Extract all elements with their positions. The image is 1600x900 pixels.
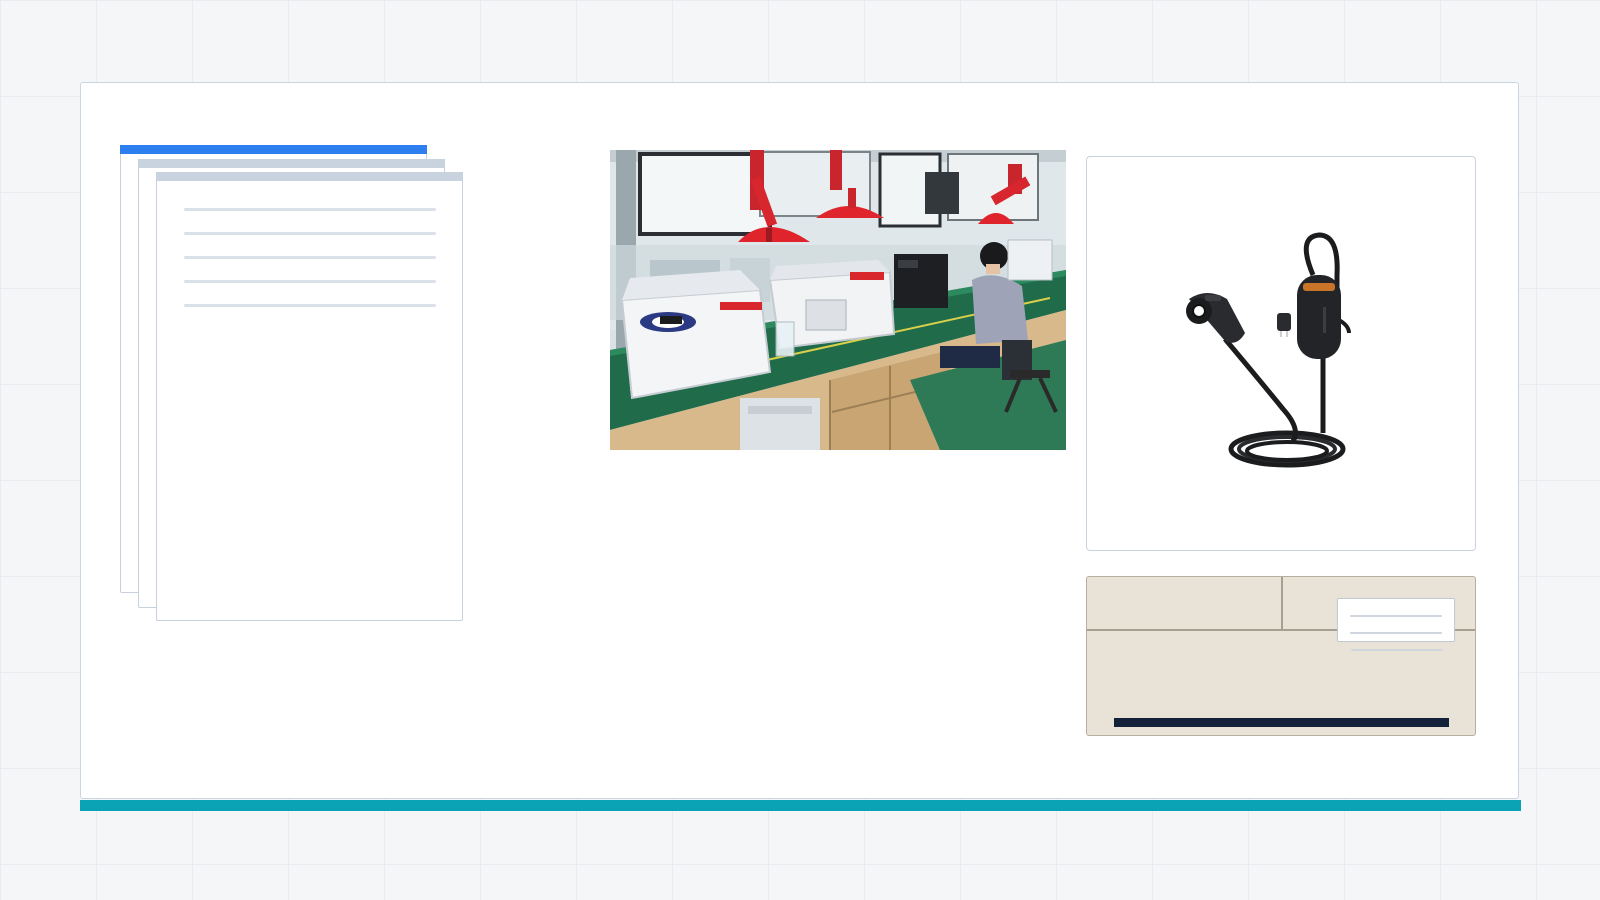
document-sheet-front [156, 172, 463, 621]
document-sheet-cap [120, 145, 427, 154]
laboratory-photo [610, 150, 1066, 450]
document-text-line [184, 256, 436, 259]
label-text-line [1351, 649, 1443, 651]
label-text-line [1350, 615, 1442, 617]
label-panel [1086, 576, 1476, 736]
label-card [1337, 598, 1455, 642]
document-sheet-cap [138, 159, 445, 168]
document-text-line [184, 208, 436, 211]
laboratory-illustration [610, 150, 1066, 450]
document-sheet-cap [156, 172, 463, 181]
document-text-line [184, 304, 436, 307]
product-card [1086, 156, 1476, 551]
ev-charger-product [1186, 232, 1351, 468]
label-text-line [1350, 632, 1442, 634]
document-text-line [184, 232, 436, 235]
document-text-line [184, 280, 436, 283]
bottom-accent-bar [80, 800, 1521, 811]
panel-divider-vertical [1281, 577, 1283, 629]
navy-bar [1114, 718, 1449, 727]
